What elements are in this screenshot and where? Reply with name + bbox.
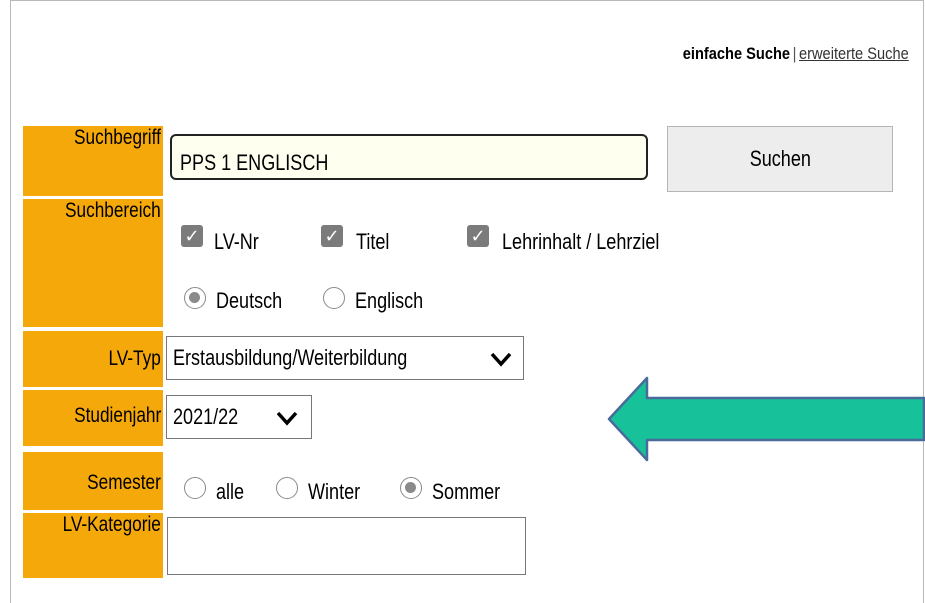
- checkbox-lv-nr-label: LV-Nr: [214, 229, 259, 254]
- lv-kategorie-input[interactable]: [167, 517, 526, 575]
- radio-englisch-label: Englisch: [355, 288, 424, 313]
- radio-semester-sommer[interactable]: [400, 477, 422, 499]
- search-button-label: Suchen: [749, 146, 811, 171]
- label-studienjahr: Studienjahr: [23, 390, 163, 446]
- link-separator: |: [792, 44, 797, 63]
- check-icon: ✓: [324, 226, 340, 246]
- radio-semester-sommer-label: Sommer: [432, 479, 501, 504]
- check-icon: ✓: [184, 226, 200, 246]
- radio-semester-alle-label: alle: [216, 479, 245, 504]
- checkbox-titel[interactable]: ✓: [321, 225, 343, 247]
- chevron-down-icon: [276, 411, 298, 426]
- studienjahr-select[interactable]: 2021/22: [166, 395, 312, 439]
- chevron-down-icon: [490, 352, 512, 367]
- radio-deutsch[interactable]: [184, 287, 206, 309]
- label-lv-typ: LV-Typ: [23, 331, 163, 387]
- radio-semester-alle[interactable]: [184, 477, 206, 499]
- radio-englisch[interactable]: [323, 287, 345, 309]
- checkbox-lv-nr[interactable]: ✓: [181, 225, 203, 247]
- search-input[interactable]: PPS 1 ENGLISCH: [170, 134, 648, 180]
- simple-search-link[interactable]: einfache Suche: [683, 44, 790, 63]
- label-semester: Semester: [23, 452, 163, 510]
- checkbox-lehrinhalt[interactable]: ✓: [467, 225, 489, 247]
- checkbox-lehrinhalt-label: Lehrinhalt / Lehrziel: [502, 229, 660, 254]
- radio-deutsch-label: Deutsch: [216, 288, 283, 313]
- radio-semester-winter-label: Winter: [308, 479, 361, 504]
- label-suchbegriff: Suchbegriff: [23, 126, 163, 196]
- label-suchbereich: Suchbereich: [23, 199, 163, 327]
- left-arrow-icon: [607, 376, 925, 462]
- search-button[interactable]: Suchen: [667, 126, 893, 192]
- studienjahr-selected: 2021/22: [173, 404, 239, 429]
- search-input-value: PPS 1 ENGLISCH: [180, 150, 329, 175]
- check-icon: ✓: [470, 226, 486, 246]
- search-mode-links: einfache Suche | erweiterte Suche: [683, 44, 909, 64]
- radio-semester-winter[interactable]: [276, 477, 298, 499]
- lv-typ-selected: Erstausbildung/Weiterbildung: [173, 345, 408, 370]
- lv-typ-select[interactable]: Erstausbildung/Weiterbildung: [166, 336, 524, 380]
- checkbox-titel-label: Titel: [356, 229, 390, 254]
- advanced-search-link[interactable]: erweiterte Suche: [799, 44, 909, 63]
- label-lv-kategorie: LV-Kategorie: [23, 513, 163, 578]
